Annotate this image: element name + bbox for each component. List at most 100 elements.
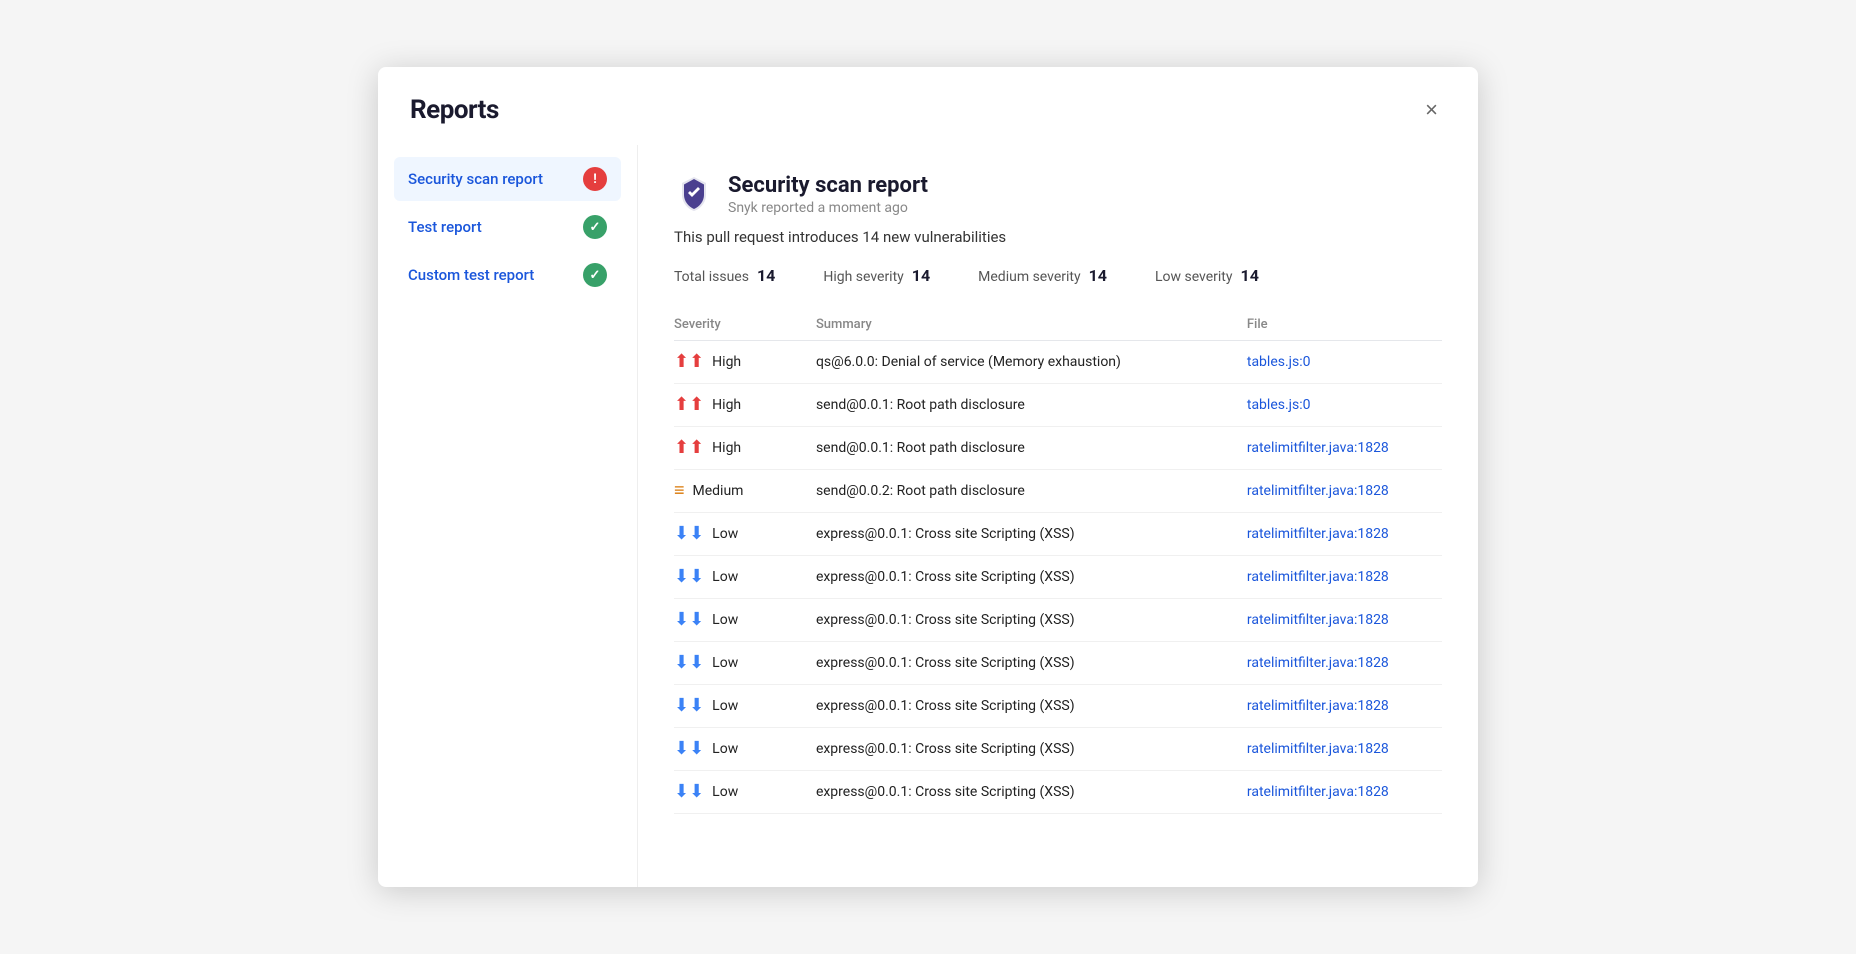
table-row: ⬆⬆ High send@0.0.1: Root path disclosurera…: [674, 427, 1442, 470]
table-row: ⬇⬇Lowexpress@0.0.1: Cross site Scripting…: [674, 599, 1442, 642]
stat-value: 14: [757, 266, 775, 285]
table-row: ≡Mediumsend@0.0.2: Root path disclosurer…: [674, 470, 1442, 513]
file-cell[interactable]: tables.js:0: [1247, 384, 1442, 427]
table-row: ⬇⬇ Low express@0.0.1: Cross site Scripting…: [674, 642, 1442, 685]
stat-label: High severity: [823, 269, 903, 285]
modal-header: Reports ×: [378, 67, 1478, 145]
severity-label: Low: [712, 569, 738, 585]
modal-body: Security scan report!Test report✓Custom …: [378, 145, 1478, 887]
severity-cell: ⬆⬆High: [674, 384, 816, 427]
file-link[interactable]: ratelimitfilter.java:1828: [1247, 526, 1389, 542]
low-severity-icon: ⬇⬇: [674, 525, 704, 543]
severity-label: High: [712, 440, 741, 456]
report-title-block: Security scan report Snyk reported a mom…: [728, 173, 928, 216]
file-link[interactable]: ratelimitfilter.java:1828: [1247, 612, 1389, 628]
file-link[interactable]: ratelimitfilter.java:1828: [1247, 741, 1389, 757]
file-link[interactable]: tables.js:0: [1247, 397, 1311, 413]
sidebar-item-security-scan-report[interactable]: Security scan report!: [394, 157, 621, 201]
file-cell[interactable]: ratelimitfilter.java:1828: [1247, 771, 1442, 814]
stat-item: Low severity 14: [1155, 266, 1259, 285]
severity-cell: ⬇⬇ Low: [674, 556, 816, 599]
file-link[interactable]: ratelimitfilter.java:1828: [1247, 569, 1389, 585]
severity-cell: ≡Medium: [674, 470, 816, 513]
stat-label: Low severity: [1155, 269, 1233, 285]
table-row: ⬇⬇ Low express@0.0.1: Cross site Scripting…: [674, 685, 1442, 728]
file-link[interactable]: tables.js:0: [1247, 354, 1311, 370]
file-cell[interactable]: ratelimitfilter.java:1828: [1247, 728, 1442, 771]
table-header: SeveritySummaryFile: [674, 309, 1442, 341]
table-row: ⬇⬇Lowexpress@0.0.1: Cross site Scripting…: [674, 771, 1442, 814]
file-link[interactable]: ratelimitfilter.java:1828: [1247, 440, 1389, 456]
file-cell[interactable]: ratelimitfilter.java:1828: [1247, 513, 1442, 556]
report-title: Security scan report: [728, 173, 928, 198]
severity-cell: ⬇⬇ Low: [674, 685, 816, 728]
file-cell[interactable]: ratelimitfilter.java:1828: [1247, 556, 1442, 599]
high-severity-icon: ⬆⬆: [674, 439, 704, 457]
severity-label: Low: [712, 741, 738, 757]
table-header-row: SeveritySummaryFile: [674, 309, 1442, 341]
summary-cell: express@0.0.1: Cross site Scripting (XSS…: [816, 642, 1247, 685]
success-badge: ✓: [583, 263, 607, 287]
severity-cell: ⬆⬆High: [674, 341, 816, 384]
summary-cell: express@0.0.1: Cross site Scripting (XSS…: [816, 685, 1247, 728]
medium-severity-icon: ≡: [674, 482, 685, 500]
sidebar-item-label: Test report: [408, 218, 583, 236]
stat-value: 14: [1241, 266, 1259, 285]
stat-item: Medium severity14: [978, 266, 1107, 285]
file-cell[interactable]: ratelimitfilter.java:1828: [1247, 427, 1442, 470]
low-severity-icon: ⬇⬇: [674, 740, 704, 758]
severity-label: Low: [712, 698, 738, 714]
report-subtitle: Snyk reported a moment ago: [728, 200, 928, 216]
summary-cell: send@0.0.1: Root path disclosure: [816, 384, 1247, 427]
summary-cell: express@0.0.1: Cross site Scripting (XSS…: [816, 513, 1247, 556]
high-severity-icon: ⬆⬆: [674, 353, 704, 371]
stat-item: High severity14: [823, 266, 930, 285]
modal-title: Reports: [410, 95, 499, 125]
file-link[interactable]: ratelimitfilter.java:1828: [1247, 655, 1389, 671]
severity-label: Low: [712, 784, 738, 800]
table-row: ⬇⬇ Low express@0.0.1: Cross site Scripting…: [674, 556, 1442, 599]
low-severity-icon: ⬇⬇: [674, 654, 704, 672]
summary-cell: qs@6.0.0: Denial of service (Memory exha…: [816, 341, 1247, 384]
reports-modal: Reports × Security scan report!Test repo…: [378, 67, 1478, 887]
close-button[interactable]: ×: [1417, 95, 1446, 125]
file-cell[interactable]: tables.js:0: [1247, 341, 1442, 384]
file-cell[interactable]: ratelimitfilter.java:1828: [1247, 642, 1442, 685]
stats-row: Total issues14High severity14Medium seve…: [674, 266, 1442, 285]
file-link[interactable]: ratelimitfilter.java:1828: [1247, 483, 1389, 499]
low-severity-icon: ⬇⬇: [674, 783, 704, 801]
vulnerabilities-table: SeveritySummaryFile ⬆⬆ High qs@6.0.0: Deni…: [674, 309, 1442, 814]
severity-cell: ⬇⬇ Low: [674, 728, 816, 771]
severity-label: Low: [712, 612, 738, 628]
sidebar: Security scan report!Test report✓Custom …: [378, 145, 638, 887]
content-pane: Security scan report Snyk reported a mom…: [638, 145, 1478, 887]
severity-cell: ⬇⬇ Low: [674, 771, 816, 814]
file-link[interactable]: ratelimitfilter.java:1828: [1247, 784, 1389, 800]
low-severity-icon: ⬇⬇: [674, 568, 704, 586]
summary-cell: send@0.0.1: Root path disclosure: [816, 427, 1247, 470]
severity-cell: ⬇⬇ Low: [674, 642, 816, 685]
stat-label: Total issues: [674, 269, 749, 285]
report-header: Security scan report Snyk reported a mom…: [674, 173, 1442, 216]
file-cell[interactable]: ratelimitfilter.java:1828: [1247, 685, 1442, 728]
summary-cell: express@0.0.1: Cross site Scripting (XSS…: [816, 599, 1247, 642]
table-col-header: File: [1247, 309, 1442, 341]
file-cell[interactable]: ratelimitfilter.java:1828: [1247, 599, 1442, 642]
sidebar-item-test-report[interactable]: Test report✓: [394, 205, 621, 249]
severity-cell: ⬆⬆ High: [674, 427, 816, 470]
summary-cell: express@0.0.1: Cross site Scripting (XSS…: [816, 556, 1247, 599]
table-row: ⬆⬆Highqs@6.0.0: Denial of service (Memor…: [674, 341, 1442, 384]
severity-label: High: [712, 397, 741, 413]
table-row: ⬇⬇ Low express@0.0.1: Cross site Scripting…: [674, 728, 1442, 771]
low-severity-icon: ⬇⬇: [674, 697, 704, 715]
file-cell[interactable]: ratelimitfilter.java:1828: [1247, 470, 1442, 513]
file-link[interactable]: ratelimitfilter.java:1828: [1247, 698, 1389, 714]
severity-label: Low: [712, 655, 738, 671]
summary-cell: express@0.0.1: Cross site Scripting (XSS…: [816, 728, 1247, 771]
table-body: ⬆⬆ High qs@6.0.0: Denial of service (Memor…: [674, 341, 1442, 814]
severity-label: Low: [712, 526, 738, 542]
severity-cell: ⬇⬇Low: [674, 599, 816, 642]
sidebar-item-custom-test-report[interactable]: Custom test report✓: [394, 253, 621, 297]
table-col-header: Summary: [816, 309, 1247, 341]
sidebar-item-label: Custom test report: [408, 266, 583, 284]
